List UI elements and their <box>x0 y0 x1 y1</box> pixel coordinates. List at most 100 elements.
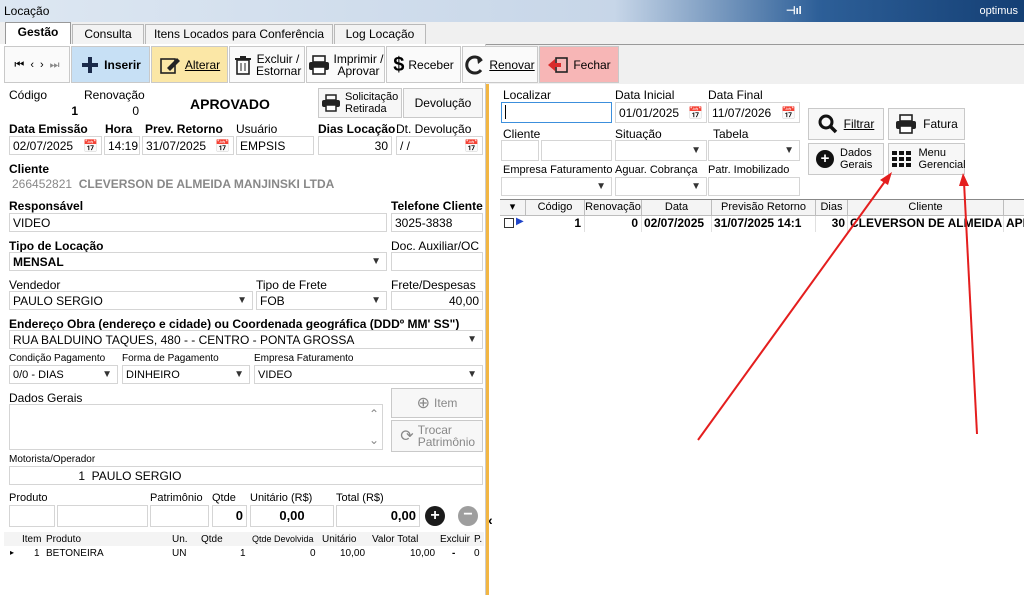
data-inicial-field[interactable]: 01/01/2025 📅 <box>615 102 707 123</box>
frete-field[interactable]: 40,00 <box>391 291 483 310</box>
situacao-select[interactable]: ▼ <box>615 140 707 161</box>
add-item-icon[interactable]: + <box>425 506 445 526</box>
dias-field[interactable]: 30 <box>318 136 392 155</box>
menu-gerencial-button[interactable]: Menu Gerencial <box>888 143 966 175</box>
cliente-field[interactable]: 266452821 CLEVERSON DE ALMEIDA MANJINSKI… <box>9 175 483 194</box>
chevron-down-icon[interactable]: ▼ <box>596 181 608 192</box>
insert-button[interactable]: Inserir <box>71 46 150 83</box>
chevron-down-icon[interactable]: ▼ <box>371 256 383 267</box>
tipo-frete-select[interactable]: FOB ▼ <box>256 291 387 310</box>
motorista-field[interactable]: 1 PAULO SERGIO <box>9 466 483 485</box>
grid-menu-chevron-icon[interactable]: ▾ <box>500 200 526 216</box>
renovacao-field[interactable]: 0 <box>84 102 142 121</box>
tab-log-locacao[interactable]: Log Locação <box>334 24 426 44</box>
results-header-codigo[interactable]: Código <box>526 200 585 216</box>
results-header-data[interactable]: Data <box>642 200 712 216</box>
tabela-select[interactable]: ▼ <box>708 140 800 161</box>
chevron-down-icon[interactable]: ▼ <box>371 295 383 306</box>
chevron-down-icon[interactable]: ▼ <box>691 145 703 156</box>
tipo-locacao-select[interactable]: MENSAL ▼ <box>9 252 387 271</box>
unitario-field[interactable]: 0,00 <box>250 505 334 527</box>
delete-button[interactable]: Excluir / Estornar <box>229 46 305 83</box>
tabela-label: Tabela <box>713 127 749 141</box>
calendar-icon[interactable]: 📅 <box>464 139 479 153</box>
qtde-field[interactable]: 0 <box>212 505 247 527</box>
produto-code-field[interactable] <box>9 505 55 527</box>
emissao-field[interactable]: 02/07/2025 📅 <box>9 136 102 155</box>
trocar-patrimonio-button[interactable]: ⟳ Trocar Patrimônio <box>391 420 483 452</box>
chevron-down-icon[interactable]: ▼ <box>784 145 796 156</box>
codigo-field[interactable]: 1 <box>9 102 81 121</box>
cliente-name-filter[interactable] <box>541 140 612 161</box>
endereco-select[interactable]: RUA BALDUINO TAQUES, 480 - - CENTRO - PO… <box>9 330 483 349</box>
usuario-field[interactable]: EMPSIS <box>236 136 314 155</box>
forma-pag-select[interactable]: DINHEIRO ▼ <box>122 365 250 384</box>
scroll-up-icon[interactable]: ⌃ <box>369 407 379 421</box>
empresa-fat-filter-select[interactable]: ▼ <box>501 177 612 196</box>
calendar-icon[interactable]: 📅 <box>688 106 703 120</box>
cond-pag-select[interactable]: 0/0 - DIAS ▼ <box>9 365 118 384</box>
results-header-renovacao[interactable]: Renovação <box>585 200 642 216</box>
tab-gestao[interactable]: Gestão <box>5 22 71 45</box>
calendar-icon[interactable]: 📅 <box>83 139 98 153</box>
remove-item-icon[interactable]: − <box>458 506 478 526</box>
total-field[interactable]: 0,00 <box>336 505 420 527</box>
chevron-down-icon[interactable]: ▼ <box>467 369 479 380</box>
solicitacao-retirada-button[interactable]: Solicitação Retirada <box>318 88 402 118</box>
hora-field[interactable]: 14:19: <box>104 136 140 155</box>
items-cell-excluir[interactable]: - <box>452 548 455 559</box>
row-pointer-icon: ▶ <box>516 216 524 227</box>
aguar-cobranca-select[interactable]: ▼ <box>615 177 707 196</box>
tab-itens-locados[interactable]: Itens Locados para Conferência <box>145 24 333 44</box>
responsavel-field[interactable]: VIDEO <box>9 213 387 232</box>
chevron-down-icon[interactable]: ▼ <box>237 295 249 306</box>
items-header-qtde: Qtde <box>201 534 223 545</box>
data-final-field[interactable]: 11/07/2026 📅 <box>708 102 800 123</box>
first-record-icon[interactable]: ⏮ <box>14 59 24 71</box>
close-button[interactable]: Fechar <box>539 46 619 83</box>
cliente-code-filter[interactable] <box>501 140 539 161</box>
vendedor-label: Vendedor <box>9 278 61 292</box>
tab-consulta[interactable]: Consulta <box>72 24 144 44</box>
row-checkbox[interactable] <box>504 218 514 228</box>
renew-button[interactable]: Renovar <box>462 46 538 83</box>
chevron-down-icon[interactable]: ▼ <box>234 369 246 380</box>
results-header-extra[interactable] <box>1004 200 1024 216</box>
chevron-down-icon[interactable]: ▼ <box>691 181 703 192</box>
chevron-down-icon[interactable]: ▼ <box>467 334 479 345</box>
calendar-icon[interactable]: 📅 <box>215 139 230 153</box>
items-header-valor-total: Valor Total <box>372 534 419 545</box>
prev-record-icon[interactable]: ‹ <box>30 59 34 71</box>
produto-name-field[interactable] <box>57 505 148 527</box>
item-button[interactable]: ⊕ Item <box>391 388 483 418</box>
results-cell-data: 02/07/2025 <box>642 216 712 232</box>
next-record-icon[interactable]: › <box>40 59 44 71</box>
telefone-field[interactable]: 3025-3838 <box>391 213 483 232</box>
patr-imobilizado-field[interactable] <box>708 177 800 196</box>
edit-button[interactable]: Alterar <box>151 46 228 83</box>
results-header-cliente[interactable]: Cliente <box>848 200 1004 216</box>
chevron-down-icon[interactable]: ▼ <box>102 369 114 380</box>
dados-gerais-textarea[interactable]: ⌃ ⌄ <box>9 404 383 450</box>
toolbar: ⏮ ‹ › ⏭ Inserir Alterar Excluir / Estornar … <box>4 46 622 84</box>
dt-devolucao-field[interactable]: / / 📅 <box>396 136 483 155</box>
calendar-icon[interactable]: 📅 <box>781 106 796 120</box>
localizar-input[interactable] <box>501 102 612 123</box>
fatura-button[interactable]: Fatura <box>888 108 965 140</box>
vendedor-select[interactable]: PAULO SERGIO ▼ <box>9 291 253 310</box>
patrimonio-field[interactable] <box>150 505 209 527</box>
receive-button[interactable]: $ Receber <box>386 46 461 83</box>
doc-aux-field[interactable] <box>391 252 483 271</box>
dados-gerais-button[interactable]: + Dados Gerais <box>808 143 884 175</box>
empresa-fat-select[interactable]: VIDEO ▼ <box>254 365 483 384</box>
scroll-down-icon[interactable]: ⌄ <box>369 433 379 447</box>
filtrar-button[interactable]: Filtrar <box>808 108 884 140</box>
results-header-dias[interactable]: Dias <box>816 200 848 216</box>
prev-retorno-field[interactable]: 31/07/2025 📅 <box>142 136 234 155</box>
results-cell-previsao: 31/07/2025 14:1 <box>712 216 816 232</box>
record-navigator[interactable]: ⏮ ‹ › ⏭ <box>4 46 70 83</box>
print-approve-button[interactable]: Imprimir / Aprovar <box>306 46 385 83</box>
last-record-icon[interactable]: ⏭ <box>50 59 60 71</box>
devolucao-button[interactable]: Devolução <box>403 88 483 118</box>
results-header-previsao[interactable]: Previsão Retorno <box>712 200 816 216</box>
